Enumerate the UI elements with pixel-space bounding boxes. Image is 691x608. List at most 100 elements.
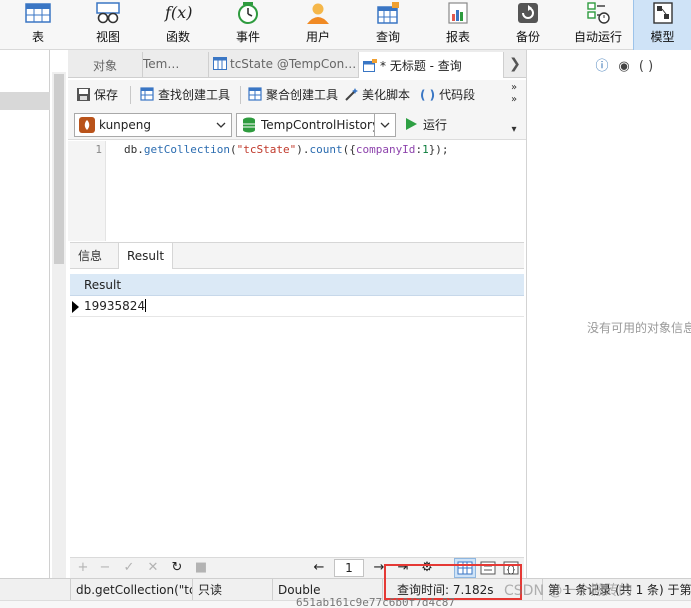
event-clock-icon (238, 2, 258, 24)
find-builder-icon (140, 87, 154, 101)
aggregate-builder-label: 聚合创建工具 (266, 88, 339, 102)
add-record-icon[interactable]: + (74, 559, 92, 577)
discard-changes-icon[interactable]: ✕ (144, 559, 162, 577)
tab-collection-tcstate[interactable]: tcState @TempCon… (208, 52, 356, 77)
highlight-annotation-box (384, 564, 522, 600)
beautify-script-button[interactable]: 美化脚本 (344, 85, 410, 105)
ribbon-automation-button[interactable]: 自动运行 (563, 0, 633, 50)
grid-column-header[interactable]: Result (70, 274, 524, 296)
code-token: ({ (342, 143, 356, 156)
selected-tree-item[interactable] (0, 92, 50, 110)
editor-left-scrollbar[interactable] (52, 72, 66, 578)
page-number-input[interactable]: 1 (334, 559, 364, 577)
save-button[interactable]: 保存 (76, 85, 118, 105)
code-line[interactable]: db.getCollection("tcState").count({compa… (124, 143, 449, 156)
code-token: 1 (422, 143, 429, 156)
result-grid[interactable]: Result 19935824 (70, 269, 524, 557)
tab-info[interactable]: 信息 (70, 243, 110, 270)
tab-query-1[interactable]: Tem… (142, 52, 206, 77)
ribbon-view-label: 视图 (95, 30, 120, 44)
query-tab-icon (363, 59, 377, 72)
ribbon-user-label: 用户 (305, 30, 330, 44)
previous-page-icon[interactable]: ← (310, 559, 328, 577)
table-icon (25, 3, 51, 23)
code-token: db. (124, 143, 144, 156)
code-brackets-icon[interactable]: ( ) (635, 59, 657, 74)
ribbon-table-label: 表 (31, 30, 44, 44)
tab-scroll-right-button[interactable]: ❯ (506, 52, 524, 76)
tab-untitled-query[interactable]: * 无标题 - 查询 (358, 52, 504, 78)
apply-changes-icon[interactable]: ✓ (120, 559, 138, 577)
navigation-tree-panel[interactable] (0, 50, 50, 578)
ribbon-report-label: 报表 (445, 30, 470, 44)
underlying-object-id: 651ab161c9e77c6b0f7d4c87 (296, 596, 455, 608)
ribbon-backup-label: 备份 (515, 30, 540, 44)
refresh-icon[interactable]: ↻ (168, 559, 186, 577)
aggregate-builder-button[interactable]: 聚合创建工具 (248, 85, 338, 105)
query-editor[interactable]: 1 db.getCollection("tcState").count({com… (68, 141, 524, 241)
connection-select[interactable]: kunpeng (74, 113, 232, 137)
toolbar-overflow-chevron-icon[interactable]: » (508, 94, 520, 105)
scrollbar-thumb[interactable] (54, 74, 64, 264)
find-builder-button[interactable]: 查找创建工具 (140, 85, 230, 105)
info-panel-toolbar: ⓘ ◉( ) (591, 55, 657, 74)
main-ribbon: 表 视图 f(x) 函数 事件 用户 查询 报表 备份 自动运行 模型 (0, 0, 691, 50)
query-toolbar: 保存 查找创建工具 聚合创建工具 美化脚本 ( ) 代码段 » » kunpeng… (68, 80, 526, 140)
line-number-gutter: 1 (68, 141, 106, 241)
ribbon-query-label: 查询 (375, 30, 400, 44)
toolbar-overflow-arrow-icon[interactable]: ▾ (508, 124, 520, 135)
current-row-marker-icon (72, 301, 79, 313)
table-row[interactable]: 19935824 (70, 297, 524, 317)
toolbar-overflow-chevron-icon[interactable]: » (508, 82, 520, 93)
ribbon-view-button[interactable]: 视图 (73, 0, 143, 50)
toolbar-divider (240, 86, 241, 104)
query-icon (377, 2, 399, 24)
status-query-text: db.getCollection("tc (70, 579, 192, 601)
save-icon (77, 88, 90, 101)
csdn-watermark: CSDN @一个搬砖的 (504, 583, 633, 599)
ribbon-backup-button[interactable]: 备份 (493, 0, 563, 50)
ribbon-user-button[interactable]: 用户 (283, 0, 353, 50)
tab-query-1-label: Tem… (143, 57, 180, 71)
ribbon-function-button[interactable]: f(x) 函数 (143, 0, 213, 50)
ribbon-function-label: 函数 (165, 30, 190, 44)
tab-collection-label: tcState @TempCon… (230, 57, 356, 71)
result-cell[interactable]: 19935824 (84, 299, 147, 313)
ribbon-report-button[interactable]: 报表 (423, 0, 493, 50)
code-token: ( (229, 143, 237, 156)
code-token: count (309, 143, 343, 156)
stop-icon[interactable]: ■ (192, 559, 210, 577)
code-token: ). (296, 143, 310, 156)
underlying-window-strip: 651ab161c9e77c6b0f7d4c87 (0, 596, 691, 608)
mongodb-connection-icon (79, 117, 95, 133)
tab-result[interactable]: Result (118, 243, 174, 271)
tab-objects[interactable]: 对象 (68, 52, 142, 77)
delete-record-icon[interactable]: − (96, 559, 114, 577)
ribbon-query-button[interactable]: 查询 (353, 0, 423, 50)
backup-icon (518, 3, 538, 23)
database-dropdown-button[interactable] (374, 113, 396, 137)
line-number: 1 (95, 143, 102, 156)
beautify-script-label: 美化脚本 (362, 88, 411, 102)
preview-eye-icon[interactable]: ◉ (613, 59, 635, 74)
ribbon-model-button[interactable]: 模型 (633, 0, 691, 50)
code-snippet-label: 代码段 (439, 88, 476, 102)
database-icon (243, 117, 255, 133)
database-value: TempControlHistory (261, 118, 377, 132)
code-token: getCollection (143, 143, 230, 156)
info-icon[interactable]: ⓘ (591, 55, 613, 74)
ribbon-event-button[interactable]: 事件 (213, 0, 283, 50)
play-icon (406, 118, 417, 130)
automation-icon (587, 2, 610, 24)
user-icon (307, 3, 329, 24)
tab-untitled-query-label: * 无标题 - 查询 (380, 59, 462, 73)
ribbon-table-button[interactable]: 表 (3, 0, 73, 50)
chevron-right-icon: ❯ (509, 56, 521, 72)
code-snippet-button[interactable]: ( ) 代码段 (420, 85, 475, 105)
beautify-wand-icon (345, 88, 358, 101)
database-select[interactable]: TempControlHistory (236, 113, 396, 137)
run-button[interactable]: 运行 (404, 115, 447, 135)
model-icon (652, 2, 673, 24)
view-icon (96, 2, 120, 24)
save-label: 保存 (94, 88, 119, 102)
